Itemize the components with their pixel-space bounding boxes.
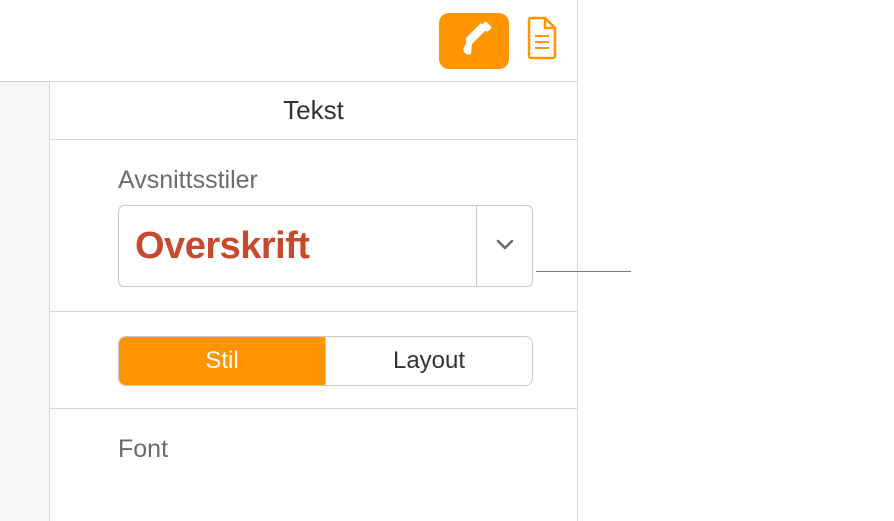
tab-layout[interactable]: Layout (325, 337, 532, 385)
tab-style-label: Stil (205, 347, 238, 375)
inspector-header: Tekst (50, 82, 577, 140)
tab-style[interactable]: Stil (119, 337, 325, 385)
paragraph-style-selected: Overskrift (119, 225, 476, 268)
inspector-panel: Tekst Avsnittsstiler Overskrift (0, 0, 578, 521)
paragraph-styles-label: Avsnittsstiler (118, 166, 533, 195)
left-strip (0, 81, 50, 521)
document-button[interactable] (523, 17, 561, 65)
format-button[interactable] (439, 13, 509, 69)
font-label: Font (118, 435, 533, 464)
main-area: Tekst Avsnittsstiler Overskrift (0, 82, 577, 521)
font-section: Font (50, 409, 577, 464)
inspector-header-label: Tekst (283, 95, 344, 126)
document-icon (525, 16, 559, 65)
content: Tekst Avsnittsstiler Overskrift (50, 82, 577, 521)
callout-line (536, 271, 631, 272)
toolbar (0, 0, 577, 82)
paragraph-styles-section: Avsnittsstiler Overskrift (50, 140, 577, 312)
dropdown-arrow[interactable] (476, 206, 532, 286)
tab-layout-label: Layout (393, 347, 465, 375)
chevron-down-icon (496, 237, 514, 255)
paragraph-style-dropdown[interactable]: Overskrift (118, 205, 533, 287)
brush-icon (454, 18, 494, 63)
style-layout-tabs: Stil Layout (118, 336, 533, 386)
tab-section: Stil Layout (50, 312, 577, 409)
